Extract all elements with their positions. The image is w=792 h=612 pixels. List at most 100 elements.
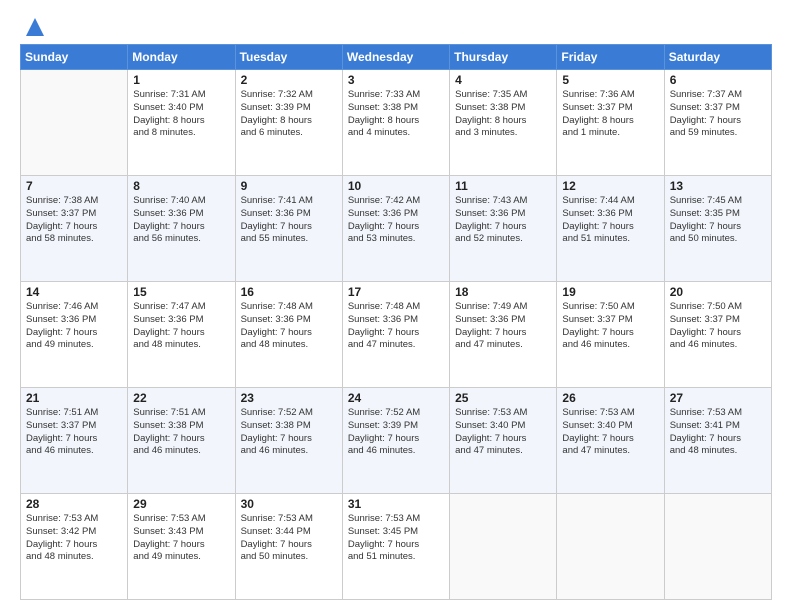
daylight-info: Daylight: 8 hours: [455, 115, 526, 126]
day-number: 28: [26, 497, 122, 511]
day-info: Sunrise: 7:35 AMSunset: 3:38 PMDaylight:…: [455, 89, 551, 140]
calendar-week-row: 21Sunrise: 7:51 AMSunset: 3:37 PMDayligh…: [21, 388, 772, 494]
daylight-info: and 47 minutes.: [348, 339, 416, 350]
logo: [20, 18, 44, 36]
daylight-info: and 46 minutes.: [26, 445, 94, 456]
day-number: 10: [348, 179, 444, 193]
daylight-info: Daylight: 7 hours: [670, 327, 741, 338]
calendar-cell: 6Sunrise: 7:37 AMSunset: 3:37 PMDaylight…: [664, 70, 771, 176]
sunset-info: Sunset: 3:36 PM: [562, 208, 632, 219]
day-info: Sunrise: 7:40 AMSunset: 3:36 PMDaylight:…: [133, 195, 229, 246]
day-number: 14: [26, 285, 122, 299]
day-number: 1: [133, 73, 229, 87]
calendar-cell: 10 Sunrise: 7:42 AMSunset: 3:36 PMDayligh…: [342, 176, 449, 282]
day-number: 21: [26, 391, 122, 405]
day-number: 17: [348, 285, 444, 299]
daylight-info: and 53 minutes.: [348, 233, 416, 244]
daylight-info: and 1 minute.: [562, 127, 620, 138]
sunset-info: Sunset: 3:35 PM: [670, 208, 740, 219]
calendar-cell: 30Sunrise: 7:53 AMSunset: 3:44 PMDayligh…: [235, 494, 342, 600]
sunset-info: Sunset: 3:45 PM: [348, 526, 418, 537]
calendar-week-row: 28Sunrise: 7:53 AMSunset: 3:42 PMDayligh…: [21, 494, 772, 600]
sunrise-info: Sunrise: 7:43 AM: [455, 195, 527, 206]
col-header-sunday: Sunday: [21, 45, 128, 70]
sunrise-info: Sunrise: 7:53 AM: [133, 513, 205, 524]
calendar-cell: 15Sunrise: 7:47 AMSunset: 3:36 PMDayligh…: [128, 282, 235, 388]
calendar-cell: 16 Sunrise: 7:48 AMSunset: 3:36 PMDayligh…: [235, 282, 342, 388]
day-info: Sunrise: 7:52 AMSunset: 3:38 PMDaylight:…: [241, 407, 337, 458]
calendar-cell: 1 Sunrise: 7:31 AMSunset: 3:40 PMDaylight…: [128, 70, 235, 176]
calendar-week-row: 14 Sunrise: 7:46 AM Sunset: 3:36 PM Dayligh…: [21, 282, 772, 388]
calendar-cell: 21Sunrise: 7:51 AMSunset: 3:37 PMDayligh…: [21, 388, 128, 494]
daylight-info: Daylight: 7 hours: [241, 539, 312, 550]
day-number: 8: [133, 179, 229, 193]
sunrise-info: Sunrise: 7:53 AM: [670, 407, 742, 418]
calendar-cell: [21, 70, 128, 176]
sunrise-info: Sunrise: 7:36 AM: [562, 89, 634, 100]
calendar-cell: 23Sunrise: 7:52 AMSunset: 3:38 PMDayligh…: [235, 388, 342, 494]
calendar-cell: 22Sunrise: 7:51 AMSunset: 3:38 PMDayligh…: [128, 388, 235, 494]
sunset-info: Sunset: 3:37 PM: [562, 314, 632, 325]
col-header-tuesday: Tuesday: [235, 45, 342, 70]
calendar-cell: 7Sunrise: 7:38 AMSunset: 3:37 PMDaylight…: [21, 176, 128, 282]
day-number: 19: [562, 285, 658, 299]
daylight-info: and 3 minutes.: [455, 127, 517, 138]
sunset-info: Sunset: 3:38 PM: [455, 102, 525, 113]
sunset-info: Sunset: 3:40 PM: [133, 102, 203, 113]
sunset-info: Sunset: 3:44 PM: [241, 526, 311, 537]
sunset-info: Sunset: 3:36 PM: [26, 314, 96, 325]
day-info: Sunrise: 7:42 AMSunset: 3:36 PMDaylight:…: [348, 195, 444, 246]
sunrise-info: Sunrise: 7:45 AM: [670, 195, 742, 206]
day-number: 16: [241, 285, 337, 299]
day-number: 9: [241, 179, 337, 193]
day-number: 3: [348, 73, 444, 87]
sunset-info: Sunset: 3:38 PM: [241, 420, 311, 431]
calendar-cell: 3 Sunrise: 7:33 AMSunset: 3:38 PMDaylight…: [342, 70, 449, 176]
day-number: 5: [562, 73, 658, 87]
col-header-saturday: Saturday: [664, 45, 771, 70]
sunset-info: Sunset: 3:41 PM: [670, 420, 740, 431]
daylight-info: Daylight: 7 hours: [455, 327, 526, 338]
daylight-info: and 49 minutes.: [26, 339, 94, 350]
daylight-info: Daylight: 7 hours: [241, 327, 312, 338]
calendar-cell: 12Sunrise: 7:44 AMSunset: 3:36 PMDayligh…: [557, 176, 664, 282]
day-number: 30: [241, 497, 337, 511]
day-info: Sunrise: 7:37 AMSunset: 3:37 PMDaylight:…: [670, 89, 766, 140]
day-info: Sunrise: 7:53 AMSunset: 3:40 PMDaylight:…: [562, 407, 658, 458]
sunset-info: Sunset: 3:36 PM: [241, 314, 311, 325]
day-number: 31: [348, 497, 444, 511]
day-info: Sunrise: 7:45 AM Sunset: 3:35 PM Daylight:…: [670, 195, 766, 246]
day-info: Sunrise: 7:48 AMSunset: 3:36 PMDaylight:…: [241, 301, 337, 352]
day-info: Sunrise: 7:33 AMSunset: 3:38 PMDaylight:…: [348, 89, 444, 140]
calendar-cell: [450, 494, 557, 600]
calendar-cell: 8 Sunrise: 7:40 AMSunset: 3:36 PMDaylight…: [128, 176, 235, 282]
daylight-info: and 46 minutes.: [670, 339, 738, 350]
daylight-info: Daylight: 7 hours: [26, 539, 97, 550]
sunrise-info: Sunrise: 7:51 AM: [133, 407, 205, 418]
sunset-info: Sunset: 3:42 PM: [26, 526, 96, 537]
sunrise-info: Sunrise: 7:38 AM: [26, 195, 98, 206]
sunrise-info: Sunrise: 7:51 AM: [26, 407, 98, 418]
day-info: Sunrise: 7:36 AMSunset: 3:37 PMDaylight:…: [562, 89, 658, 140]
sunrise-info: Sunrise: 7:53 AM: [562, 407, 634, 418]
day-info: Sunrise: 7:53 AMSunset: 3:42 PMDaylight:…: [26, 513, 122, 564]
header: [20, 18, 772, 36]
sunrise-info: Sunrise: 7:50 AM: [562, 301, 634, 312]
daylight-info: and 48 minutes.: [670, 445, 738, 456]
col-header-friday: Friday: [557, 45, 664, 70]
sunrise-info: Sunrise: 7:42 AM: [348, 195, 420, 206]
day-info: Sunrise: 7:46 AMSunset: 3:36 PMDaylight:…: [26, 301, 122, 352]
sunrise-info: Sunrise: 7:53 AM: [348, 513, 420, 524]
calendar-table: SundayMondayTuesdayWednesdayThursdayFrid…: [20, 44, 772, 600]
sunset-info: Sunset: 3:40 PM: [455, 420, 525, 431]
sunrise-info: Sunrise: 7:52 AM: [348, 407, 420, 418]
day-info: Sunrise: 7:53 AMSunset: 3:43 PMDaylight:…: [133, 513, 229, 564]
daylight-info: Daylight: 7 hours: [670, 221, 741, 232]
daylight-info: and 49 minutes.: [133, 551, 201, 562]
sunrise-info: Sunrise: 7:46 AM: [26, 301, 98, 312]
daylight-info: and 51 minutes.: [348, 551, 416, 562]
daylight-info: Daylight: 7 hours: [133, 221, 204, 232]
sunset-info: Sunset: 3:39 PM: [241, 102, 311, 113]
day-info: Sunrise: 7:31 AMSunset: 3:40 PMDaylight:…: [133, 89, 229, 140]
page: SundayMondayTuesdayWednesdayThursdayFrid…: [0, 0, 792, 612]
